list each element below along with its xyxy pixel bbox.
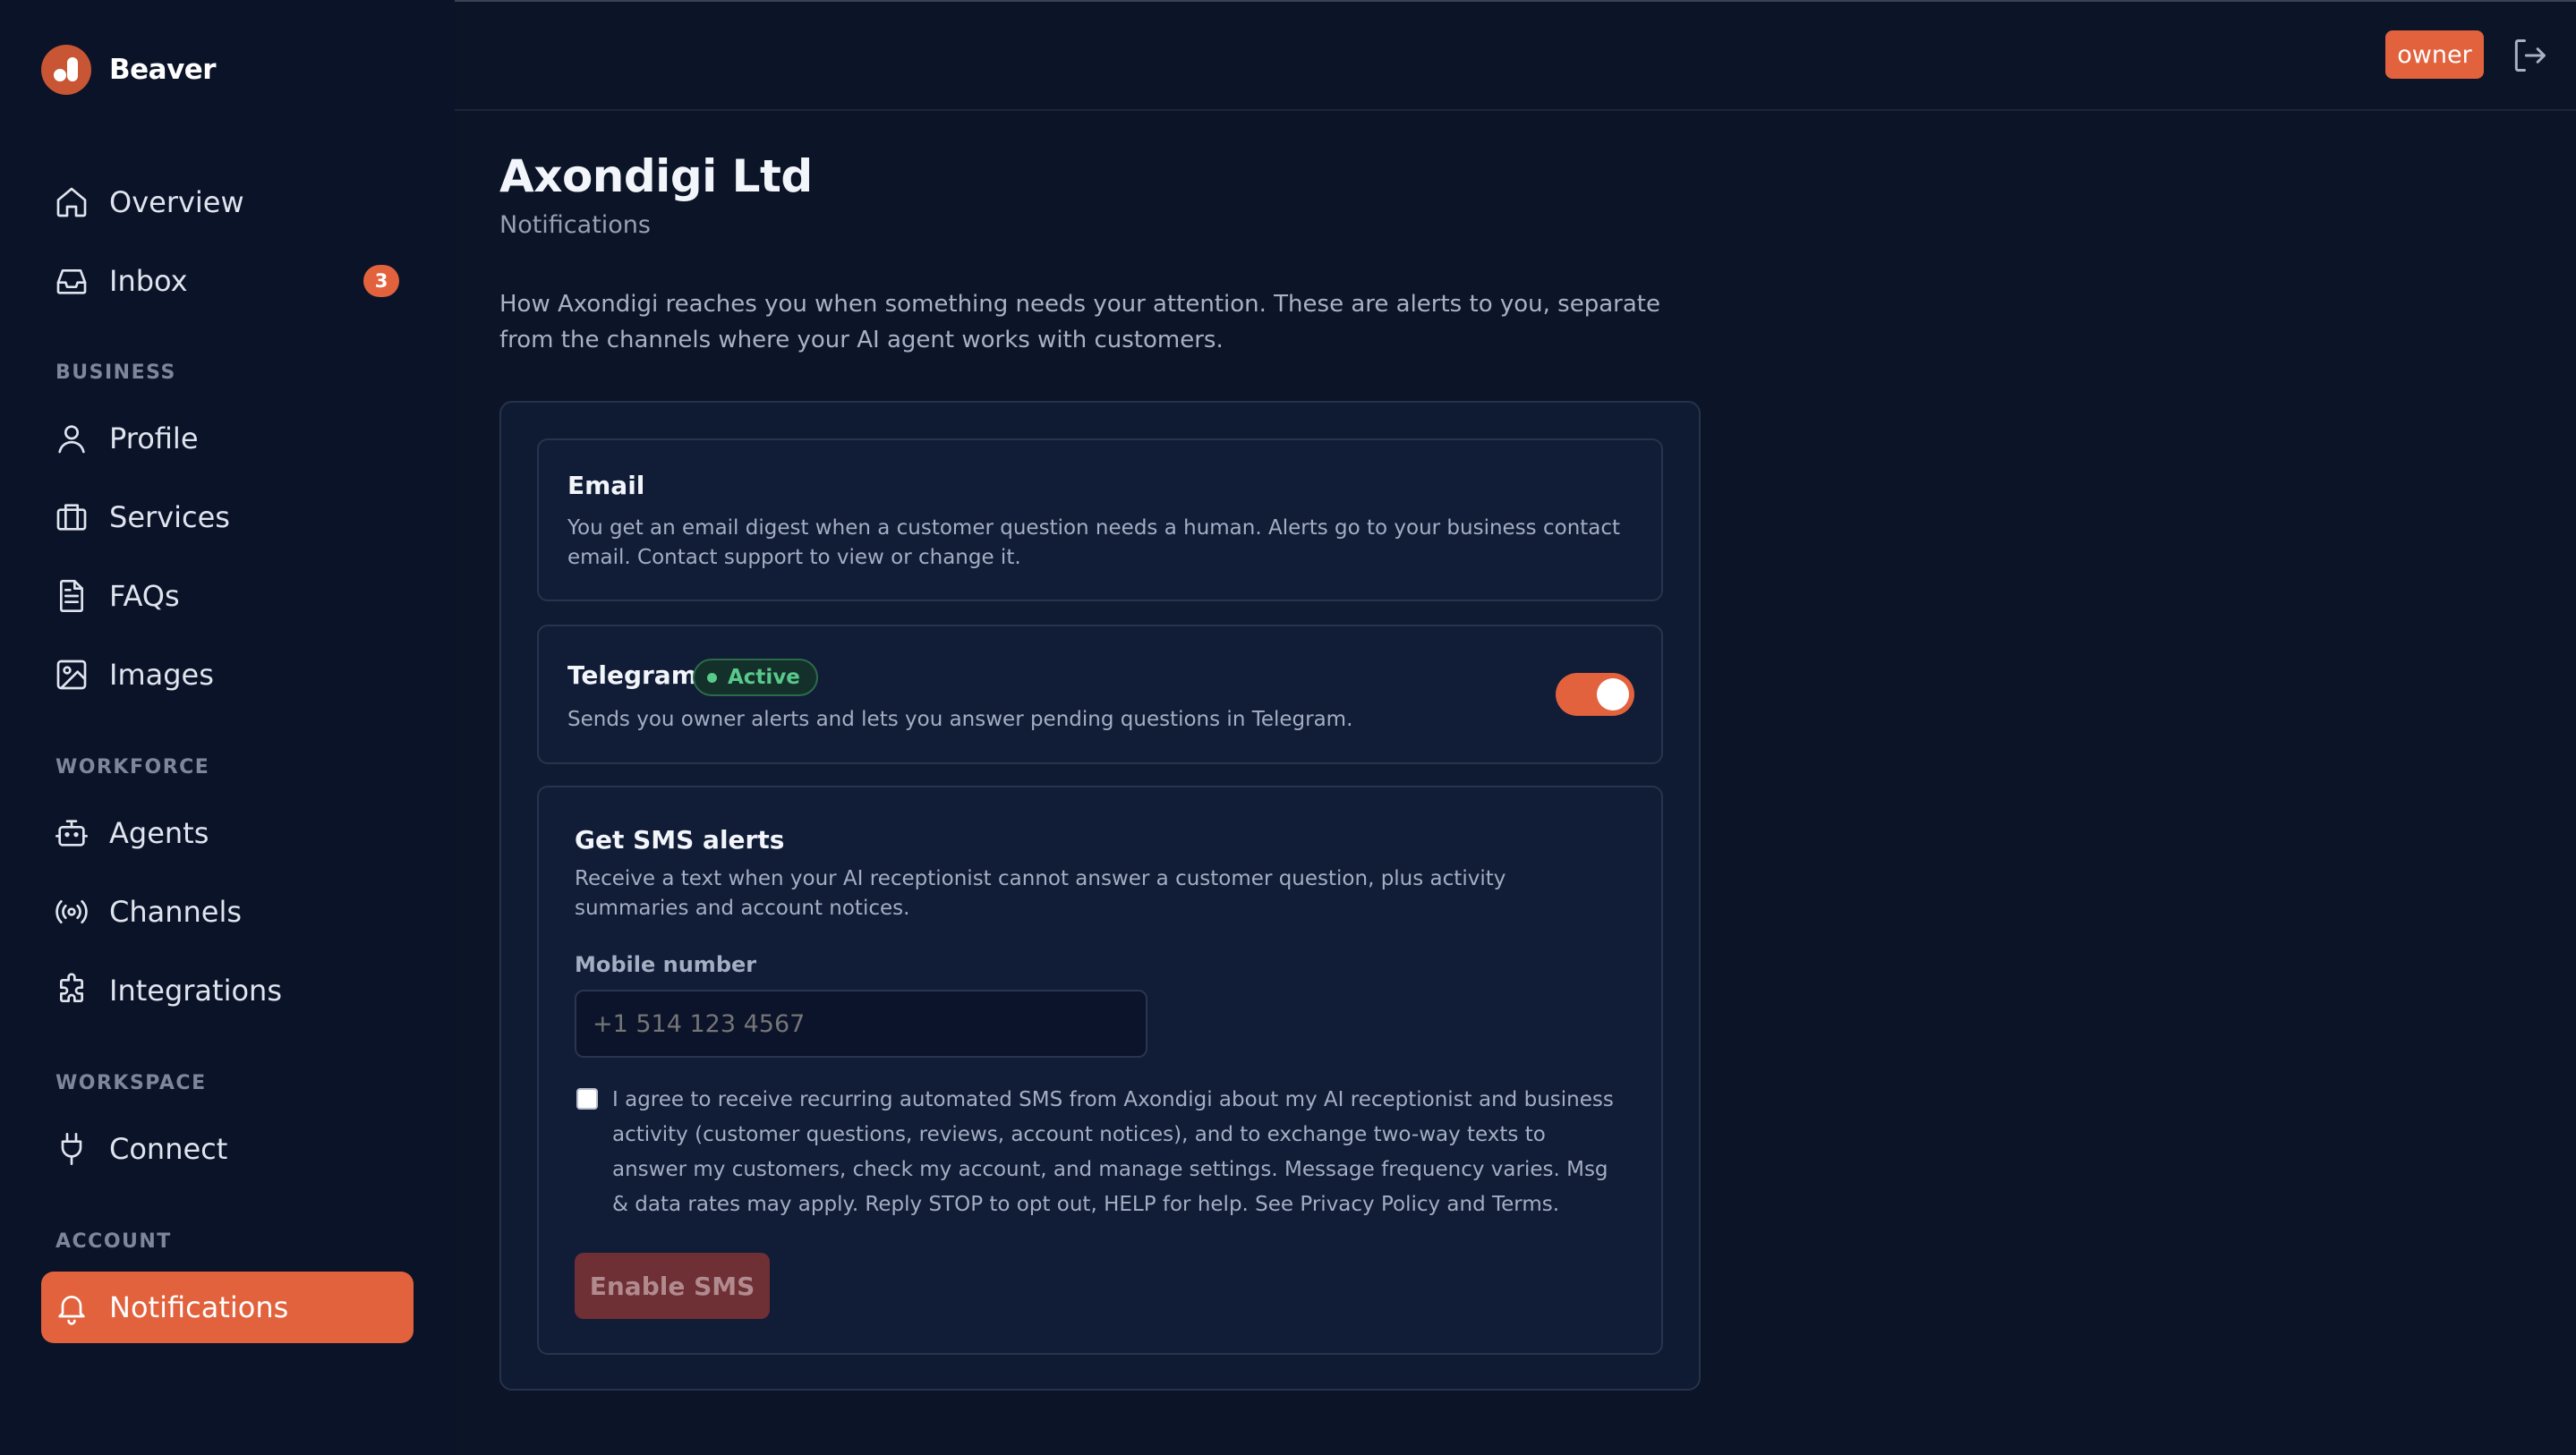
sidebar-item-overview[interactable]: Overview — [41, 166, 414, 238]
page-intro: How Axondigi reaches you when something … — [499, 291, 1660, 353]
sms-card-description: Receive a text when your AI receptionist… — [575, 867, 1506, 920]
sidebar-item-label: FAQs — [109, 579, 180, 613]
beaver-logo-icon — [41, 45, 91, 95]
broadcast-icon — [55, 900, 88, 923]
page-title: Axondigi Ltd — [499, 150, 813, 202]
sms-consent-text: I agree to receive recurring automated S… — [612, 1088, 1614, 1216]
sidebar-item-label: Profile — [109, 421, 199, 455]
sms-consent-checkbox[interactable] — [576, 1088, 598, 1110]
bell-icon — [58, 1296, 85, 1325]
email-card-description: You get an email digest when a customer … — [567, 516, 1621, 569]
email-card-title: Email — [567, 471, 645, 500]
user-icon — [58, 425, 85, 454]
telegram-card-title: Telegram — [567, 660, 697, 690]
sidebar-item-label: Images — [109, 658, 214, 692]
sidebar-item-label: Channels — [109, 895, 243, 929]
sidebar-item-label: Notifications — [109, 1290, 289, 1324]
sidebar-item-label: Integrations — [109, 974, 282, 1008]
document-icon — [60, 580, 83, 612]
sidebar-item-agents[interactable]: Agents — [41, 797, 414, 869]
sidebar-item-notifications[interactable]: Notifications — [41, 1272, 414, 1343]
telegram-card: Telegram Active Sends you owner alerts a… — [537, 625, 1663, 764]
home-icon — [56, 187, 87, 217]
header-divider — [455, 109, 2576, 111]
status-badge: Active — [693, 659, 818, 696]
phone-field-label: Mobile number — [575, 952, 757, 977]
sidebar-item-inbox[interactable]: Inbox 3 — [41, 245, 414, 317]
phone-number-input[interactable] — [575, 990, 1147, 1058]
toggle-knob — [1597, 678, 1629, 710]
telegram-card-description: Sends you owner alerts and lets you answ… — [567, 708, 1353, 731]
sidebar-item-faqs[interactable]: FAQs — [41, 560, 414, 632]
page-subtitle: Notifications — [499, 211, 651, 239]
sidebar-item-label: Connect — [109, 1132, 228, 1166]
brand-name: Beaver — [109, 54, 217, 86]
sidebar-item-images[interactable]: Images — [41, 639, 414, 710]
image-icon — [56, 659, 87, 690]
bot-icon — [55, 820, 88, 847]
nav-section-workforce: WORKFORCE — [55, 756, 210, 779]
sms-card: Get SMS alerts Receive a text when your … — [537, 786, 1663, 1355]
sidebar-item-integrations[interactable]: Integrations — [41, 955, 414, 1026]
telegram-toggle[interactable] — [1556, 673, 1634, 716]
inbox-icon — [56, 269, 87, 294]
sidebar: Beaver Overview Inbox 3 BUSINESS Profile… — [0, 0, 455, 1455]
logout-icon[interactable] — [2510, 36, 2549, 75]
puzzle-icon — [60, 973, 83, 1002]
nav-section-business: BUSINESS — [55, 362, 176, 384]
briefcase-icon — [56, 504, 87, 531]
sidebar-item-profile[interactable]: Profile — [41, 403, 414, 474]
plug-icon — [61, 1133, 82, 1165]
enable-sms-button[interactable]: Enable SMS — [575, 1253, 770, 1319]
sidebar-item-channels[interactable]: Channels — [41, 876, 414, 948]
email-card: Email You get an email digest when a cus… — [537, 438, 1663, 601]
sms-card-title: Get SMS alerts — [575, 825, 785, 855]
sidebar-item-services[interactable]: Services — [41, 481, 414, 553]
sidebar-item-label: Overview — [109, 185, 244, 219]
status-badge-label: Active — [728, 666, 800, 689]
brand[interactable]: Beaver — [41, 43, 217, 97]
status-dot-icon — [707, 672, 717, 683]
nav-section-workspace: WORKSPACE — [55, 1072, 207, 1094]
sidebar-item-label: Services — [109, 500, 230, 534]
sidebar-item-label: Inbox — [109, 264, 188, 298]
sidebar-item-connect[interactable]: Connect — [41, 1113, 414, 1185]
nav-section-account: ACCOUNT — [55, 1230, 172, 1253]
sidebar-item-label: Agents — [109, 816, 209, 850]
inbox-count-badge: 3 — [363, 265, 399, 297]
role-badge: owner — [2385, 30, 2484, 79]
